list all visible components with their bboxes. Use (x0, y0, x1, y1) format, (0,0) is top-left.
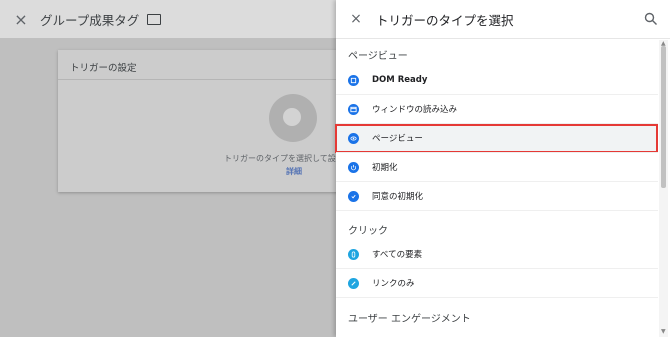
folder-icon[interactable] (147, 13, 162, 25)
details-link[interactable]: 詳細 (286, 166, 302, 177)
trigger-item-label: ウィンドウの読み込み (372, 105, 458, 115)
trigger-item-consent-init[interactable]: 同意の初期化 (336, 182, 658, 211)
trigger-config-card: トリガーの設定 トリガーのタイプを選択して設定 詳細 (58, 50, 358, 192)
trigger-item-dom-ready[interactable]: DOM Ready (336, 66, 658, 95)
power-icon (348, 161, 359, 173)
close-icon[interactable]: × (348, 11, 364, 27)
trigger-item-label: ページビュー (372, 134, 423, 144)
section-user-engagement: ユーザー エンゲージメント (348, 314, 471, 325)
trigger-item-label: リンクのみ (372, 279, 415, 289)
trigger-placeholder-icon[interactable] (269, 94, 317, 142)
panel-header: × トリガーのタイプを選択 (336, 0, 670, 39)
trigger-item-links-only[interactable]: リンクのみ (336, 269, 658, 298)
trigger-item-label: DOM Ready (372, 75, 428, 85)
tag-title: グループ成果タグ (40, 12, 140, 28)
scrollbar[interactable]: ▲ ▼ (659, 40, 668, 337)
panel-title: トリガーのタイプを選択 (376, 12, 514, 28)
mouse-icon (348, 248, 359, 260)
trigger-item-label: すべての要素 (372, 250, 423, 260)
trigger-item-label: 初期化 (372, 163, 398, 173)
trigger-item-label: 同意の初期化 (372, 192, 424, 202)
section-click: クリック (348, 226, 388, 237)
background-close-icon[interactable]: × (6, 10, 36, 29)
section-pageview: ページビュー (348, 51, 408, 62)
trigger-item-page-view[interactable]: ページビュー (336, 124, 658, 153)
link-icon (348, 277, 359, 289)
card-divider (58, 79, 358, 80)
trigger-item-window-load[interactable]: ウィンドウの読み込み (336, 95, 658, 124)
search-icon[interactable] (644, 12, 658, 26)
eye-icon (348, 132, 359, 144)
trigger-help-text: トリガーのタイプを選択して設定 (224, 154, 344, 163)
window-icon (348, 103, 359, 115)
scroll-thumb[interactable] (661, 46, 666, 188)
code-icon (348, 74, 359, 86)
trigger-item-all-elements[interactable]: すべての要素 (336, 240, 658, 269)
trigger-config-title: トリガーの設定 (70, 63, 137, 74)
scroll-down-icon[interactable]: ▼ (661, 328, 666, 335)
trigger-type-panel: × トリガーのタイプを選択 ページビュー DOM Ready ウィンドウの読み込… (335, 0, 670, 337)
shield-check-icon (348, 190, 359, 202)
trigger-item-initialization[interactable]: 初期化 (336, 153, 658, 182)
background-header: × グループ成果タグ (0, 0, 336, 38)
